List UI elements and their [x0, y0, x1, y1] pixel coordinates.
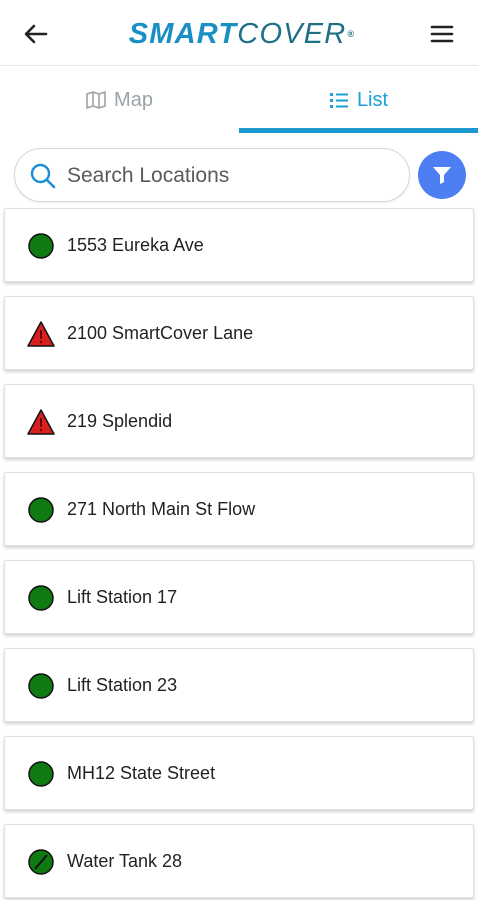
- status-ok-icon: [28, 233, 54, 259]
- location-name: Lift Station 17: [67, 587, 178, 607]
- filter-button[interactable]: [418, 151, 466, 199]
- tab-list-label: List: [356, 88, 389, 111]
- hamburger-menu-icon: [430, 25, 454, 43]
- location-item[interactable]: Lift Station 17: [4, 560, 474, 634]
- list-icon: [329, 93, 348, 108]
- status-alarm-icon: [27, 321, 55, 347]
- location-name: Water Tank 28: [67, 851, 183, 871]
- filter-icon: [433, 167, 451, 184]
- tab-map[interactable]: Map: [0, 66, 239, 134]
- status-alarm-icon: [27, 409, 55, 435]
- status-ok-icon: [28, 497, 54, 523]
- menu-button[interactable]: [426, 18, 458, 50]
- location-name: 1553 Eureka Ave: [67, 235, 204, 255]
- logo-registered-mark: ®: [347, 29, 356, 39]
- location-item[interactable]: 2100 SmartCover Lane: [4, 296, 474, 370]
- location-name: MH12 State Street: [67, 763, 216, 783]
- app-header: SMART COVER ®: [0, 0, 478, 66]
- smartcover-logo: SMART COVER ®: [92, 14, 392, 54]
- status-ok-icon: [28, 585, 54, 611]
- tab-list[interactable]: List: [239, 66, 478, 134]
- location-item[interactable]: 1553 Eureka Ave: [4, 208, 474, 282]
- status-ok-icon: [28, 761, 54, 787]
- search-box[interactable]: [14, 148, 410, 202]
- logo-smart-text: SMART: [128, 17, 238, 50]
- location-name: 271 North Main St Flow: [67, 499, 256, 519]
- location-item[interactable]: Lift Station 23: [4, 648, 474, 722]
- status-offline-icon: [28, 849, 54, 875]
- location-item[interactable]: 219 Splendid: [4, 384, 474, 458]
- search-input[interactable]: [67, 157, 397, 195]
- search-icon: [30, 163, 56, 189]
- location-item[interactable]: MH12 State Street: [4, 736, 474, 810]
- tab-map-label: Map: [114, 88, 153, 111]
- arrow-left-icon: [24, 24, 48, 44]
- logo-cover-text: COVER: [237, 17, 347, 50]
- location-item[interactable]: 271 North Main St Flow: [4, 472, 474, 546]
- back-button[interactable]: [20, 18, 52, 50]
- location-item[interactable]: Water Tank 28: [4, 824, 474, 898]
- location-name: Lift Station 23: [67, 675, 178, 695]
- map-icon: [86, 91, 106, 109]
- view-tabs: Map List: [0, 66, 478, 134]
- active-tab-indicator: [239, 128, 478, 133]
- location-name: 219 Splendid: [67, 411, 173, 431]
- location-name: 2100 SmartCover Lane: [67, 323, 254, 343]
- status-ok-icon: [28, 673, 54, 699]
